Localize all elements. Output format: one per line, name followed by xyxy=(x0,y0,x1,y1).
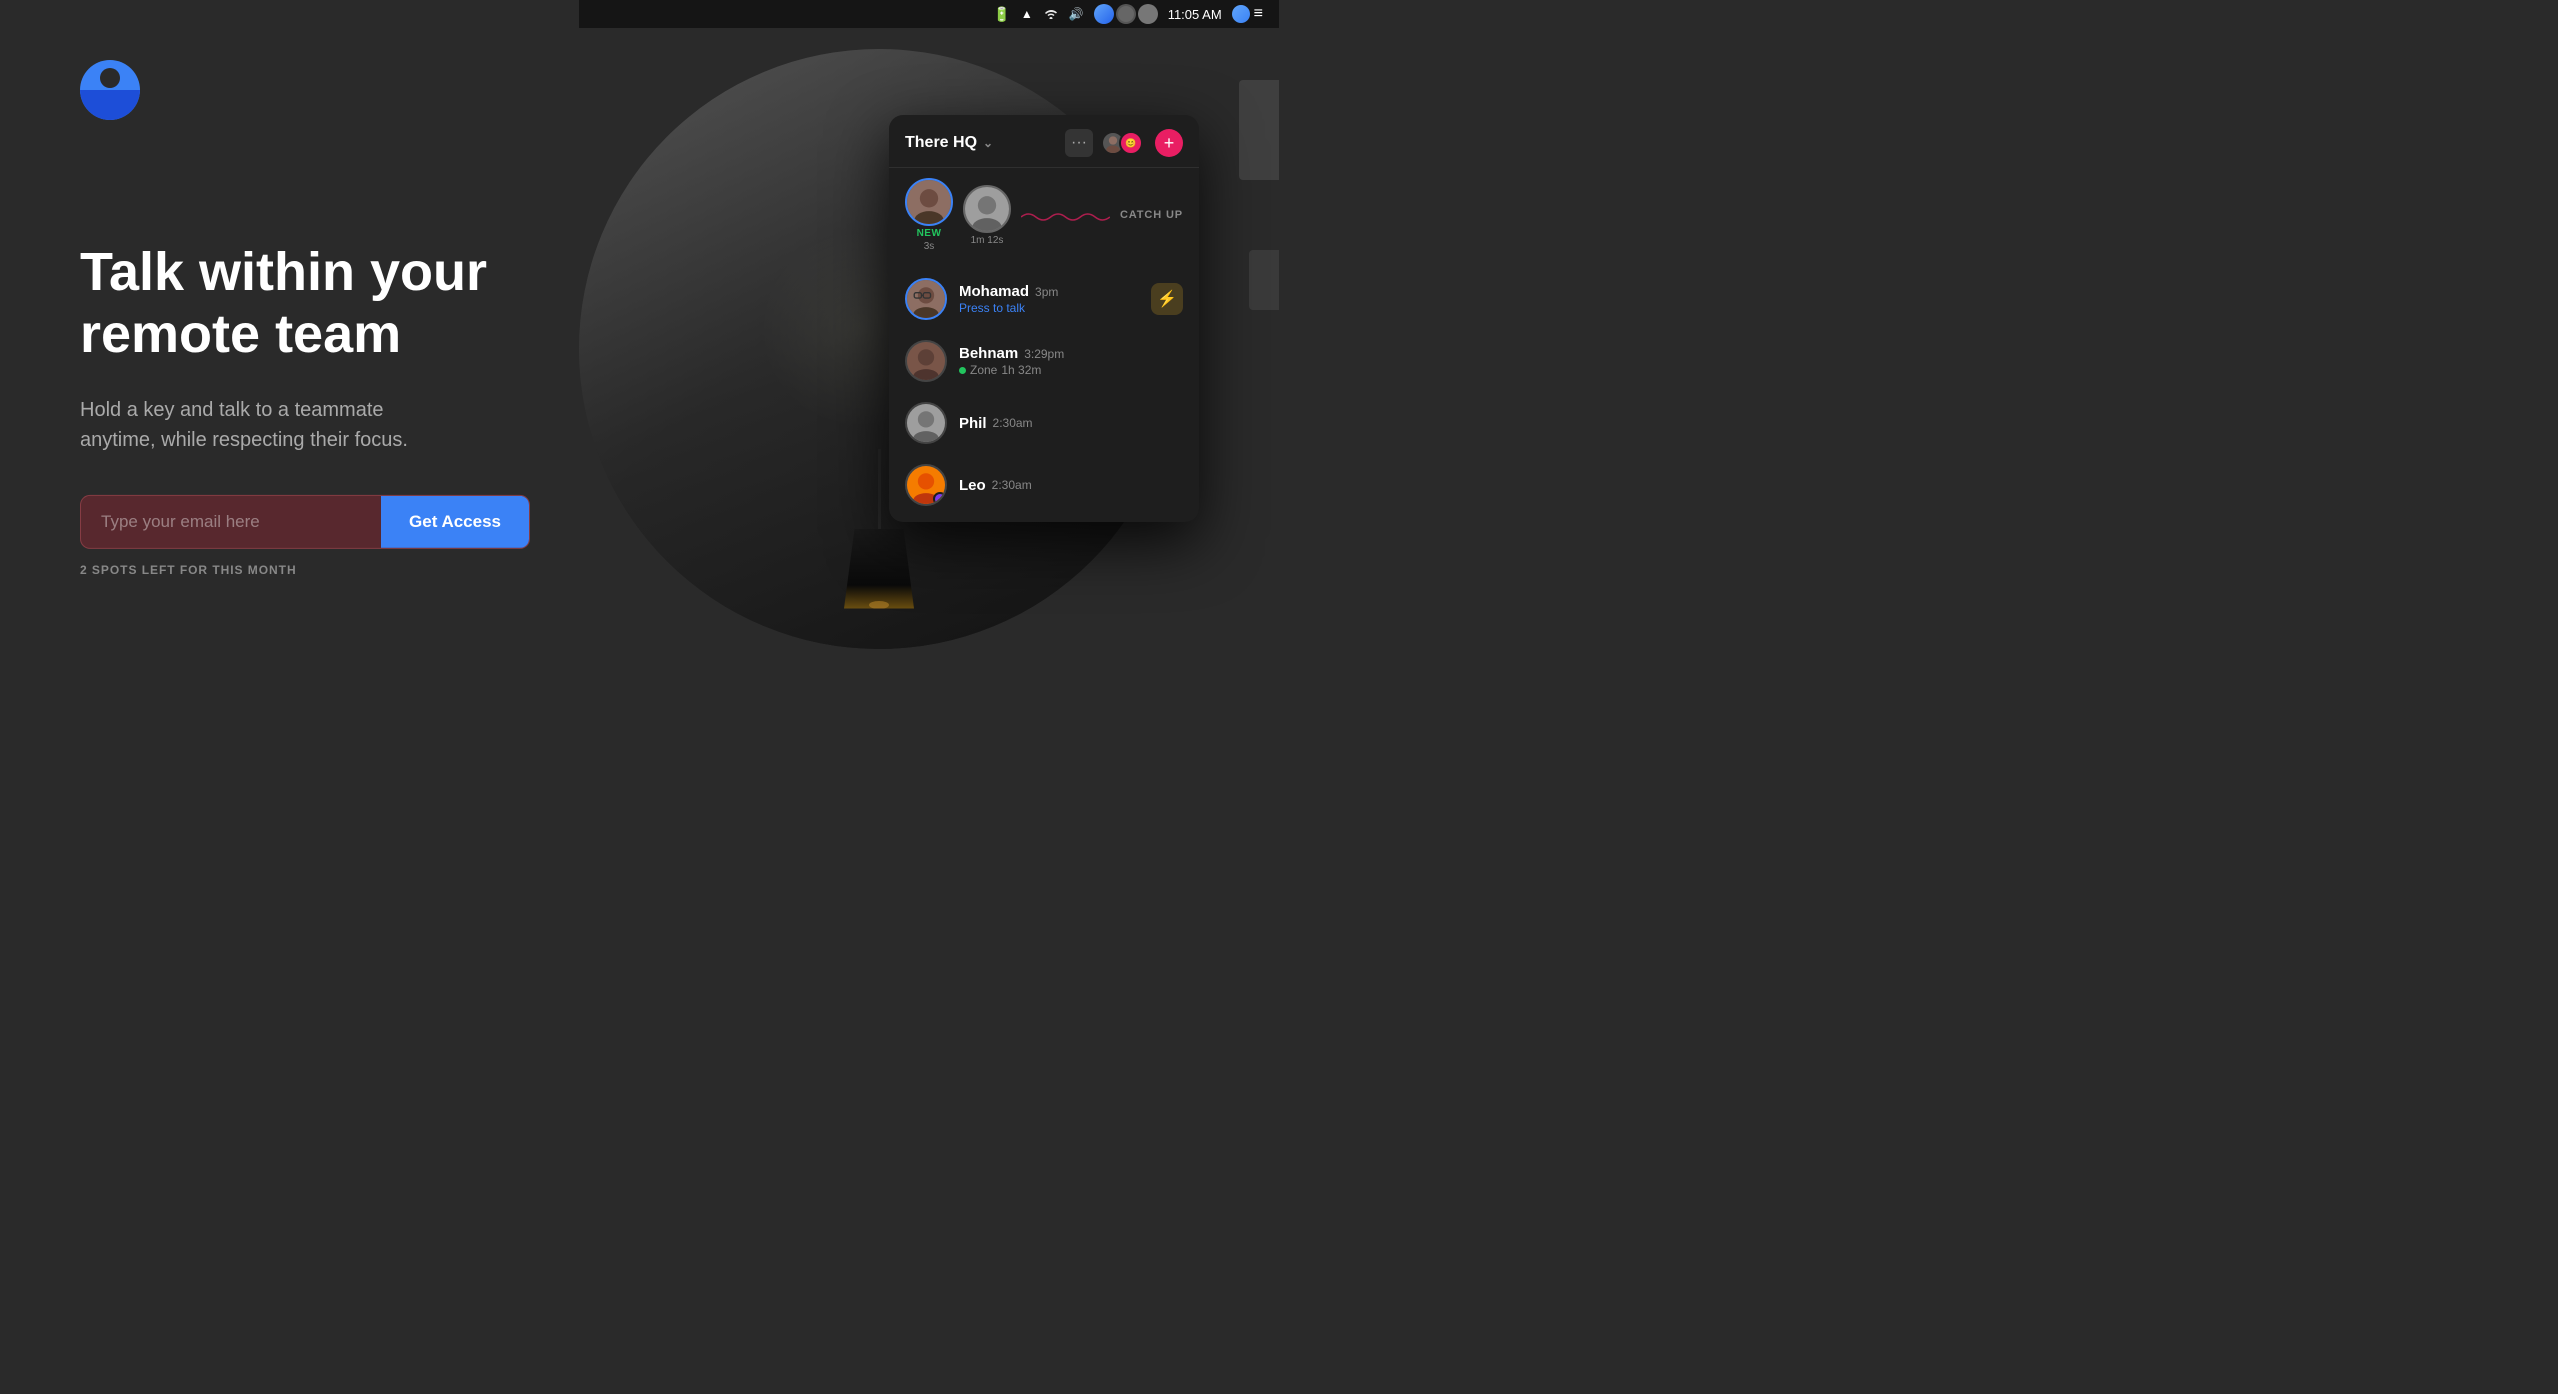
mini-avatar-2: 😊 xyxy=(1119,131,1143,155)
app-icon-2 xyxy=(1116,4,1136,24)
member-time-phil: 2:30am xyxy=(993,416,1033,430)
popup-title-text: There HQ xyxy=(905,134,977,152)
wifi-icon xyxy=(1043,7,1059,22)
menubar-user: ≡ xyxy=(1232,5,1263,23)
sub-heading: Hold a key and talk to a teammateanytime… xyxy=(80,395,640,455)
member-info-phil: Phil 2:30am xyxy=(959,415,1183,432)
hero-section: Talk within your remote team Hold a key … xyxy=(80,120,640,576)
member-row-mohamad[interactable]: Mohamad 3pm Press to talk ⚡ xyxy=(889,268,1199,330)
decorative-light-2 xyxy=(1249,250,1279,310)
battery-icon: 🔋 xyxy=(993,6,1010,23)
member-info-mohamad: Mohamad 3pm Press to talk xyxy=(959,283,1139,315)
avatar-cluster: 😊 xyxy=(1101,131,1143,155)
popup-chevron-icon: ⌄ xyxy=(983,136,993,150)
member-avatar-behnam xyxy=(905,340,947,382)
member-row-behnam[interactable]: Behnam 3:29pm Zone 1h 32m xyxy=(889,330,1199,392)
member-list: Mohamad 3pm Press to talk ⚡ Behnam xyxy=(889,262,1199,522)
zone-label: Zone xyxy=(970,363,997,377)
leo-badge: 🌙 xyxy=(933,492,947,506)
volume-icon: ▲ xyxy=(1021,7,1033,21)
get-access-button[interactable]: Get Access xyxy=(381,496,529,548)
add-member-button[interactable]: + xyxy=(1155,129,1183,157)
member-row-leo[interactable]: 🌙 Leo 2:30am xyxy=(889,454,1199,516)
menubar-time: 11:05 AM xyxy=(1168,7,1222,22)
more-options-button[interactable]: ··· xyxy=(1065,129,1093,157)
member-time-leo: 2:30am xyxy=(992,478,1032,492)
email-form: Get Access xyxy=(80,495,530,549)
online-status-bar: NEW 3s 1m 12s CATCH UP xyxy=(889,168,1199,262)
member-time-behnam: 3:29pm xyxy=(1024,347,1064,361)
member-info-behnam: Behnam 3:29pm Zone 1h 32m xyxy=(959,345,1183,377)
popup-header: There HQ ⌄ ··· 😊 + xyxy=(889,115,1199,168)
member-name-leo: Leo xyxy=(959,477,986,494)
member-time-mohamad: 3pm xyxy=(1035,285,1058,299)
mac-menubar: 🔋 ▲ 🔊 11:05 AM ≡ xyxy=(579,0,1279,28)
main-heading: Talk within your remote team xyxy=(80,240,640,364)
popup-title-area: There HQ ⌄ xyxy=(905,134,993,152)
catch-up-button[interactable]: CATCH UP xyxy=(1120,209,1183,221)
member-avatar-phil xyxy=(905,402,947,444)
member-name-phil: Phil xyxy=(959,415,987,432)
member-name-mohamad: Mohamad xyxy=(959,283,1029,300)
decorative-light-1 xyxy=(1239,80,1279,180)
zone-dot-behnam xyxy=(959,367,966,374)
member-avatar-leo: 🌙 xyxy=(905,464,947,506)
app-popup: There HQ ⌄ ··· 😊 + xyxy=(889,115,1199,522)
email-input[interactable] xyxy=(81,496,381,548)
app-logo xyxy=(80,60,140,120)
popup-header-actions: ··· 😊 + xyxy=(1065,129,1183,157)
online-user-2: 1m 12s xyxy=(963,185,1011,246)
member-info-leo: Leo 2:30am xyxy=(959,477,1183,494)
member-row-phil[interactable]: Phil 2:30am xyxy=(889,392,1199,454)
spots-remaining: 2 SPOTS LEFT FOR THIS MONTH xyxy=(80,563,640,577)
member-action-mohamad[interactable]: ⚡ xyxy=(1151,283,1183,315)
member-status-mohamad: Press to talk xyxy=(959,301,1139,315)
online-user-1: NEW 3s xyxy=(905,178,953,252)
app-icon-3 xyxy=(1138,4,1158,24)
wave-decoration xyxy=(1021,205,1110,225)
sound-icon: 🔊 xyxy=(1069,7,1084,21)
member-zone-behnam: Zone 1h 32m xyxy=(959,363,1183,377)
member-avatar-mohamad xyxy=(905,278,947,320)
app-icon-1 xyxy=(1094,4,1114,24)
member-name-behnam: Behnam xyxy=(959,345,1018,362)
zone-time: 1h 32m xyxy=(1001,363,1041,377)
